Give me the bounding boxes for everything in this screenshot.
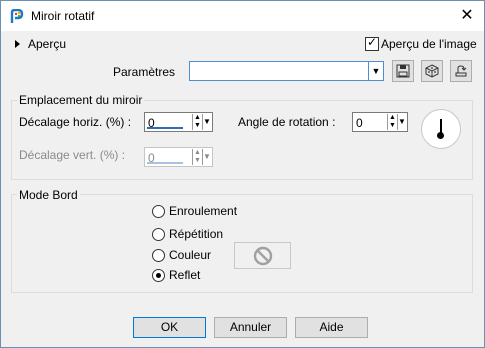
horiz-offset-slider-bar[interactable] xyxy=(147,127,183,129)
chevron-down-icon[interactable]: ▼ xyxy=(368,62,383,80)
radio-color[interactable] xyxy=(152,249,165,262)
params-label: Paramètres xyxy=(113,65,176,79)
vert-offset-spinbox: 0 ▲ ▼ ▼ xyxy=(144,147,213,167)
radio-wrap-label[interactable]: Enroulement xyxy=(169,204,237,218)
dice-icon xyxy=(425,64,439,78)
preview-checkbox-label[interactable]: Aperçu de l'image xyxy=(381,37,477,51)
radio-wrap[interactable] xyxy=(152,205,165,218)
dropdown-arrow-icon: ▼ xyxy=(202,149,211,165)
updown-arrows-icon: ▲ ▼ xyxy=(192,149,202,165)
radio-selected-dot xyxy=(156,273,161,278)
updown-arrows-icon[interactable]: ▲ ▼ xyxy=(192,114,202,130)
rotation-angle-spinbox[interactable]: 0 ▲ ▼ ▼ xyxy=(352,112,408,132)
no-entry-icon xyxy=(253,246,273,266)
reset-button[interactable] xyxy=(450,60,472,82)
vert-offset-slider-bar xyxy=(147,162,183,164)
app-icon xyxy=(10,9,24,23)
rotation-angle-label: Angle de rotation : xyxy=(238,115,336,129)
rotation-angle-value[interactable]: 0 xyxy=(356,116,363,130)
radio-reflect-label[interactable]: Reflet xyxy=(169,268,200,282)
preview-checkbox[interactable]: ✓ xyxy=(365,35,379,51)
preview-toggle-label[interactable]: Aperçu xyxy=(28,37,66,51)
mirror-group-title: Emplacement du miroir xyxy=(17,93,145,107)
title-bar: Miroir rotatif ✕ xyxy=(1,1,484,31)
reset-icon xyxy=(455,65,467,77)
updown-arrows-icon[interactable]: ▲ ▼ xyxy=(387,114,397,130)
dial-center xyxy=(437,132,444,139)
params-dropdown[interactable]: ▼ xyxy=(189,61,384,81)
window-title: Miroir rotatif xyxy=(31,9,95,23)
radio-color-label[interactable]: Couleur xyxy=(169,248,211,262)
cancel-button[interactable]: Annuler xyxy=(214,317,287,338)
horiz-offset-label: Décalage horiz. (%) : xyxy=(19,115,132,129)
rotation-dial[interactable] xyxy=(421,109,461,149)
radio-repeat[interactable] xyxy=(152,228,165,241)
radio-repeat-label[interactable]: Répétition xyxy=(169,227,223,241)
checkmark-icon: ✓ xyxy=(367,35,378,49)
randomize-button[interactable] xyxy=(421,60,443,82)
dropdown-arrow-icon[interactable]: ▼ xyxy=(397,114,406,130)
dropdown-arrow-icon[interactable]: ▼ xyxy=(202,114,211,130)
vert-offset-label: Décalage vert. (%) : xyxy=(19,148,126,162)
save-icon xyxy=(396,64,410,78)
save-preset-button[interactable] xyxy=(392,60,414,82)
help-button[interactable]: Aide xyxy=(295,317,368,338)
horiz-offset-spinbox[interactable]: 0 ▲ ▼ ▼ xyxy=(144,112,213,132)
close-icon[interactable]: ✕ xyxy=(450,1,484,31)
expand-triangle-icon[interactable] xyxy=(15,40,20,48)
ok-button[interactable]: OK xyxy=(133,317,206,338)
color-swatch xyxy=(234,242,291,269)
radio-reflect[interactable] xyxy=(152,269,165,282)
dialog-window: Miroir rotatif ✕ Aperçu ✓ Aperçu de l'im… xyxy=(0,0,485,348)
edge-group-title: Mode Bord xyxy=(17,188,80,202)
